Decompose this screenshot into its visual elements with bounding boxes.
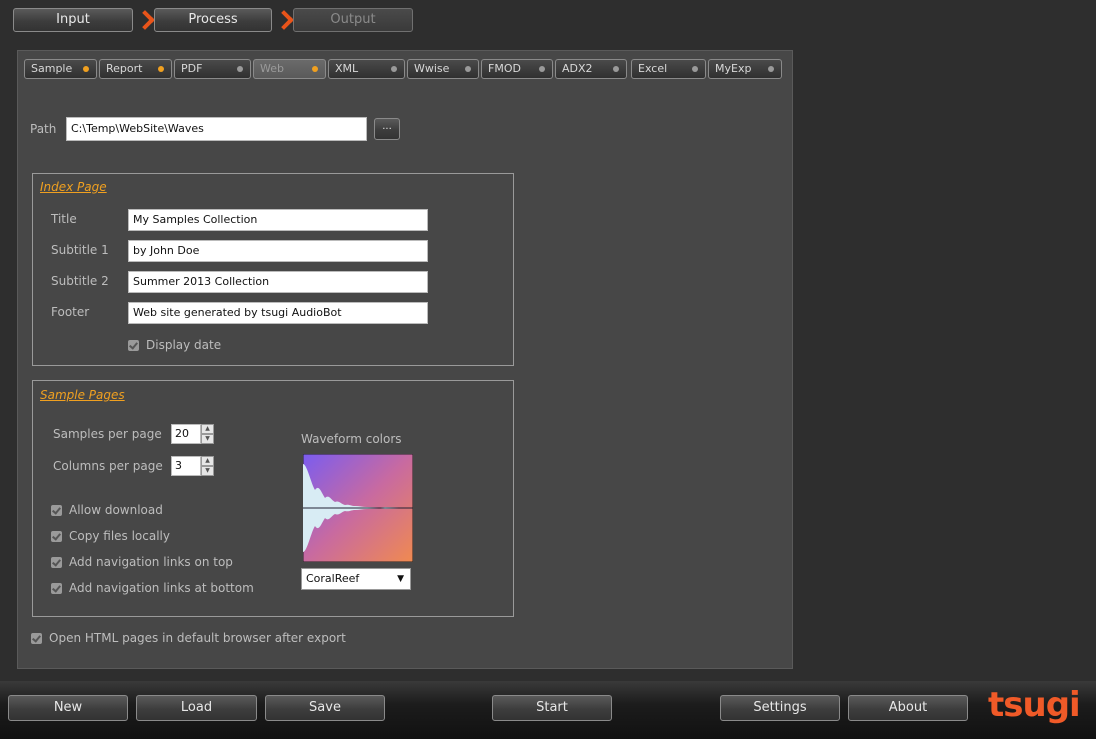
checkbox-icon	[51, 556, 62, 568]
subtitle1-input[interactable]: by John Doe	[128, 240, 428, 262]
bottom-toolbar: New Load Save Start Settings About tsugi	[0, 681, 1096, 739]
waveform-colors-label: Waveform colors	[301, 432, 402, 446]
save-button[interactable]: Save	[265, 695, 385, 721]
samples-per-page-label: Samples per page	[53, 427, 162, 441]
stepper-up-icon[interactable]: ▲	[201, 424, 214, 434]
subtitle1-label: Subtitle 1	[51, 243, 109, 257]
stepper-value[interactable]: 20	[171, 424, 201, 444]
settings-button[interactable]: Settings	[720, 695, 840, 721]
stepper-down-icon[interactable]: ▼	[201, 466, 214, 476]
display-date-checkbox[interactable]: Display date	[128, 338, 221, 352]
group-title: Index Page	[40, 180, 107, 194]
footer-input[interactable]: Web site generated by tsugi AudioBot	[128, 302, 428, 324]
tab-label: ADX2	[562, 62, 593, 75]
subtitle2-label: Subtitle 2	[51, 274, 109, 288]
status-dot-icon	[465, 66, 471, 72]
select-value: CoralReef	[306, 572, 360, 585]
stepper-up-icon[interactable]: ▲	[201, 456, 214, 466]
tab-label: MyExp	[715, 62, 752, 75]
step-output[interactable]: Output	[293, 8, 413, 32]
checkbox-label: Add navigation links on top	[69, 555, 233, 569]
tsugi-logo: tsugi	[988, 685, 1081, 725]
step-input[interactable]: Input	[13, 8, 133, 32]
checkbox-label: Copy files locally	[69, 529, 170, 543]
tab-pdf[interactable]: PDF	[174, 59, 251, 79]
tab-label: FMOD	[488, 62, 521, 75]
tab-excel[interactable]: Excel	[631, 59, 706, 79]
tab-label: XML	[335, 62, 359, 75]
columns-per-page-label: Columns per page	[53, 459, 163, 473]
about-button[interactable]: About	[848, 695, 968, 721]
footer-label: Footer	[51, 305, 90, 319]
tab-xml[interactable]: XML	[328, 59, 405, 79]
checkbox-label: Allow download	[69, 503, 163, 517]
tab-label: PDF	[181, 62, 203, 75]
tab-web[interactable]: Web	[253, 59, 326, 79]
browse-button[interactable]: ...	[374, 118, 400, 140]
subtitle2-input[interactable]: Summer 2013 Collection	[128, 271, 428, 293]
columns-per-page-stepper[interactable]: 3 ▲ ▼	[171, 456, 214, 476]
group-title: Sample Pages	[40, 388, 125, 402]
tab-wwise[interactable]: Wwise	[407, 59, 479, 79]
tab-label: Sample	[31, 62, 73, 75]
status-dot-icon	[768, 66, 774, 72]
waveform-preview	[303, 454, 413, 562]
start-button[interactable]: Start	[492, 695, 612, 721]
checkbox-label: Open HTML pages in default browser after…	[49, 631, 346, 645]
path-input[interactable]: C:\Temp\WebSite\Waves	[66, 117, 367, 141]
stepper-down-icon[interactable]: ▼	[201, 434, 214, 444]
status-dot-icon	[391, 66, 397, 72]
tab-adx2[interactable]: ADX2	[555, 59, 627, 79]
load-button[interactable]: Load	[136, 695, 257, 721]
checkbox-label: Display date	[146, 338, 222, 352]
nav-links-top-checkbox[interactable]: Add navigation links on top	[51, 555, 233, 569]
waveform-scheme-select[interactable]: CoralReef ▼	[301, 568, 411, 590]
status-dot-icon	[312, 66, 318, 72]
checkbox-icon	[51, 530, 62, 542]
checkbox-icon	[31, 632, 42, 644]
stepper-value[interactable]: 3	[171, 456, 201, 476]
open-html-checkbox[interactable]: Open HTML pages in default browser after…	[31, 631, 346, 645]
checkbox-icon	[51, 582, 62, 594]
title-label: Title	[51, 212, 77, 226]
output-panel: Sample Report PDF Web XML Wwise FMOD ADX…	[17, 50, 793, 669]
index-page-group: Index Page Title My Samples Collection S…	[32, 173, 514, 366]
title-input[interactable]: My Samples Collection	[128, 209, 428, 231]
status-dot-icon	[692, 66, 698, 72]
allow-download-checkbox[interactable]: Allow download	[51, 503, 163, 517]
copy-files-checkbox[interactable]: Copy files locally	[51, 529, 170, 543]
new-button[interactable]: New	[8, 695, 128, 721]
status-dot-icon	[158, 66, 164, 72]
tab-label: Report	[106, 62, 143, 75]
sample-pages-group: Sample Pages Samples per page 20 ▲ ▼ Colu…	[32, 380, 514, 617]
tab-label: Wwise	[414, 62, 450, 75]
step-process[interactable]: Process	[154, 8, 272, 32]
status-dot-icon	[83, 66, 89, 72]
tab-myexp[interactable]: MyExp	[708, 59, 782, 79]
checkbox-label: Add navigation links at bottom	[69, 581, 254, 595]
checkbox-icon	[51, 504, 62, 516]
tab-label: Excel	[638, 62, 668, 75]
tab-sample[interactable]: Sample	[24, 59, 97, 79]
status-dot-icon	[613, 66, 619, 72]
nav-links-bottom-checkbox[interactable]: Add navigation links at bottom	[51, 581, 254, 595]
tab-fmod[interactable]: FMOD	[481, 59, 553, 79]
samples-per-page-stepper[interactable]: 20 ▲ ▼	[171, 424, 214, 444]
chevron-down-icon: ▼	[397, 574, 404, 584]
path-label: Path	[30, 122, 57, 136]
checkbox-icon	[128, 339, 139, 351]
status-dot-icon	[237, 66, 243, 72]
tab-label: Web	[260, 62, 284, 75]
tab-report[interactable]: Report	[99, 59, 172, 79]
status-dot-icon	[539, 66, 545, 72]
